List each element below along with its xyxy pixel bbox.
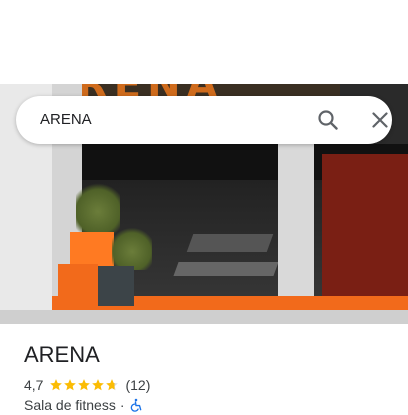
rating-row[interactable]: 4,7 (12) [24,376,150,394]
star-icon [50,379,63,391]
wheelchair-accessible-icon [129,398,143,412]
star-icon [78,379,91,391]
star-icon [92,379,105,391]
top-blank-area [0,0,408,84]
search-bar[interactable]: ARENA [16,96,392,144]
place-title: ARENA [24,342,100,367]
photo-plant [112,224,152,270]
review-count[interactable]: (12) [125,377,150,393]
photo-grey-planter [98,266,134,306]
star-icon [106,379,119,391]
search-icon[interactable] [316,108,340,132]
star-icon [64,379,77,391]
photo-treadmill [173,262,279,276]
search-input[interactable]: ARENA [40,96,92,144]
category-row: Sala de fitness · [24,397,143,413]
star-rating [49,378,119,392]
rating-value: 4,7 [24,377,44,393]
photo-treadmill [186,234,274,252]
place-category: Sala de fitness [24,397,116,413]
separator-dot: · [119,397,125,413]
photo-red-wall [322,154,408,304]
photo-sidewalk [0,310,408,324]
photo-orange-planter [58,264,98,306]
close-icon[interactable] [368,108,392,132]
